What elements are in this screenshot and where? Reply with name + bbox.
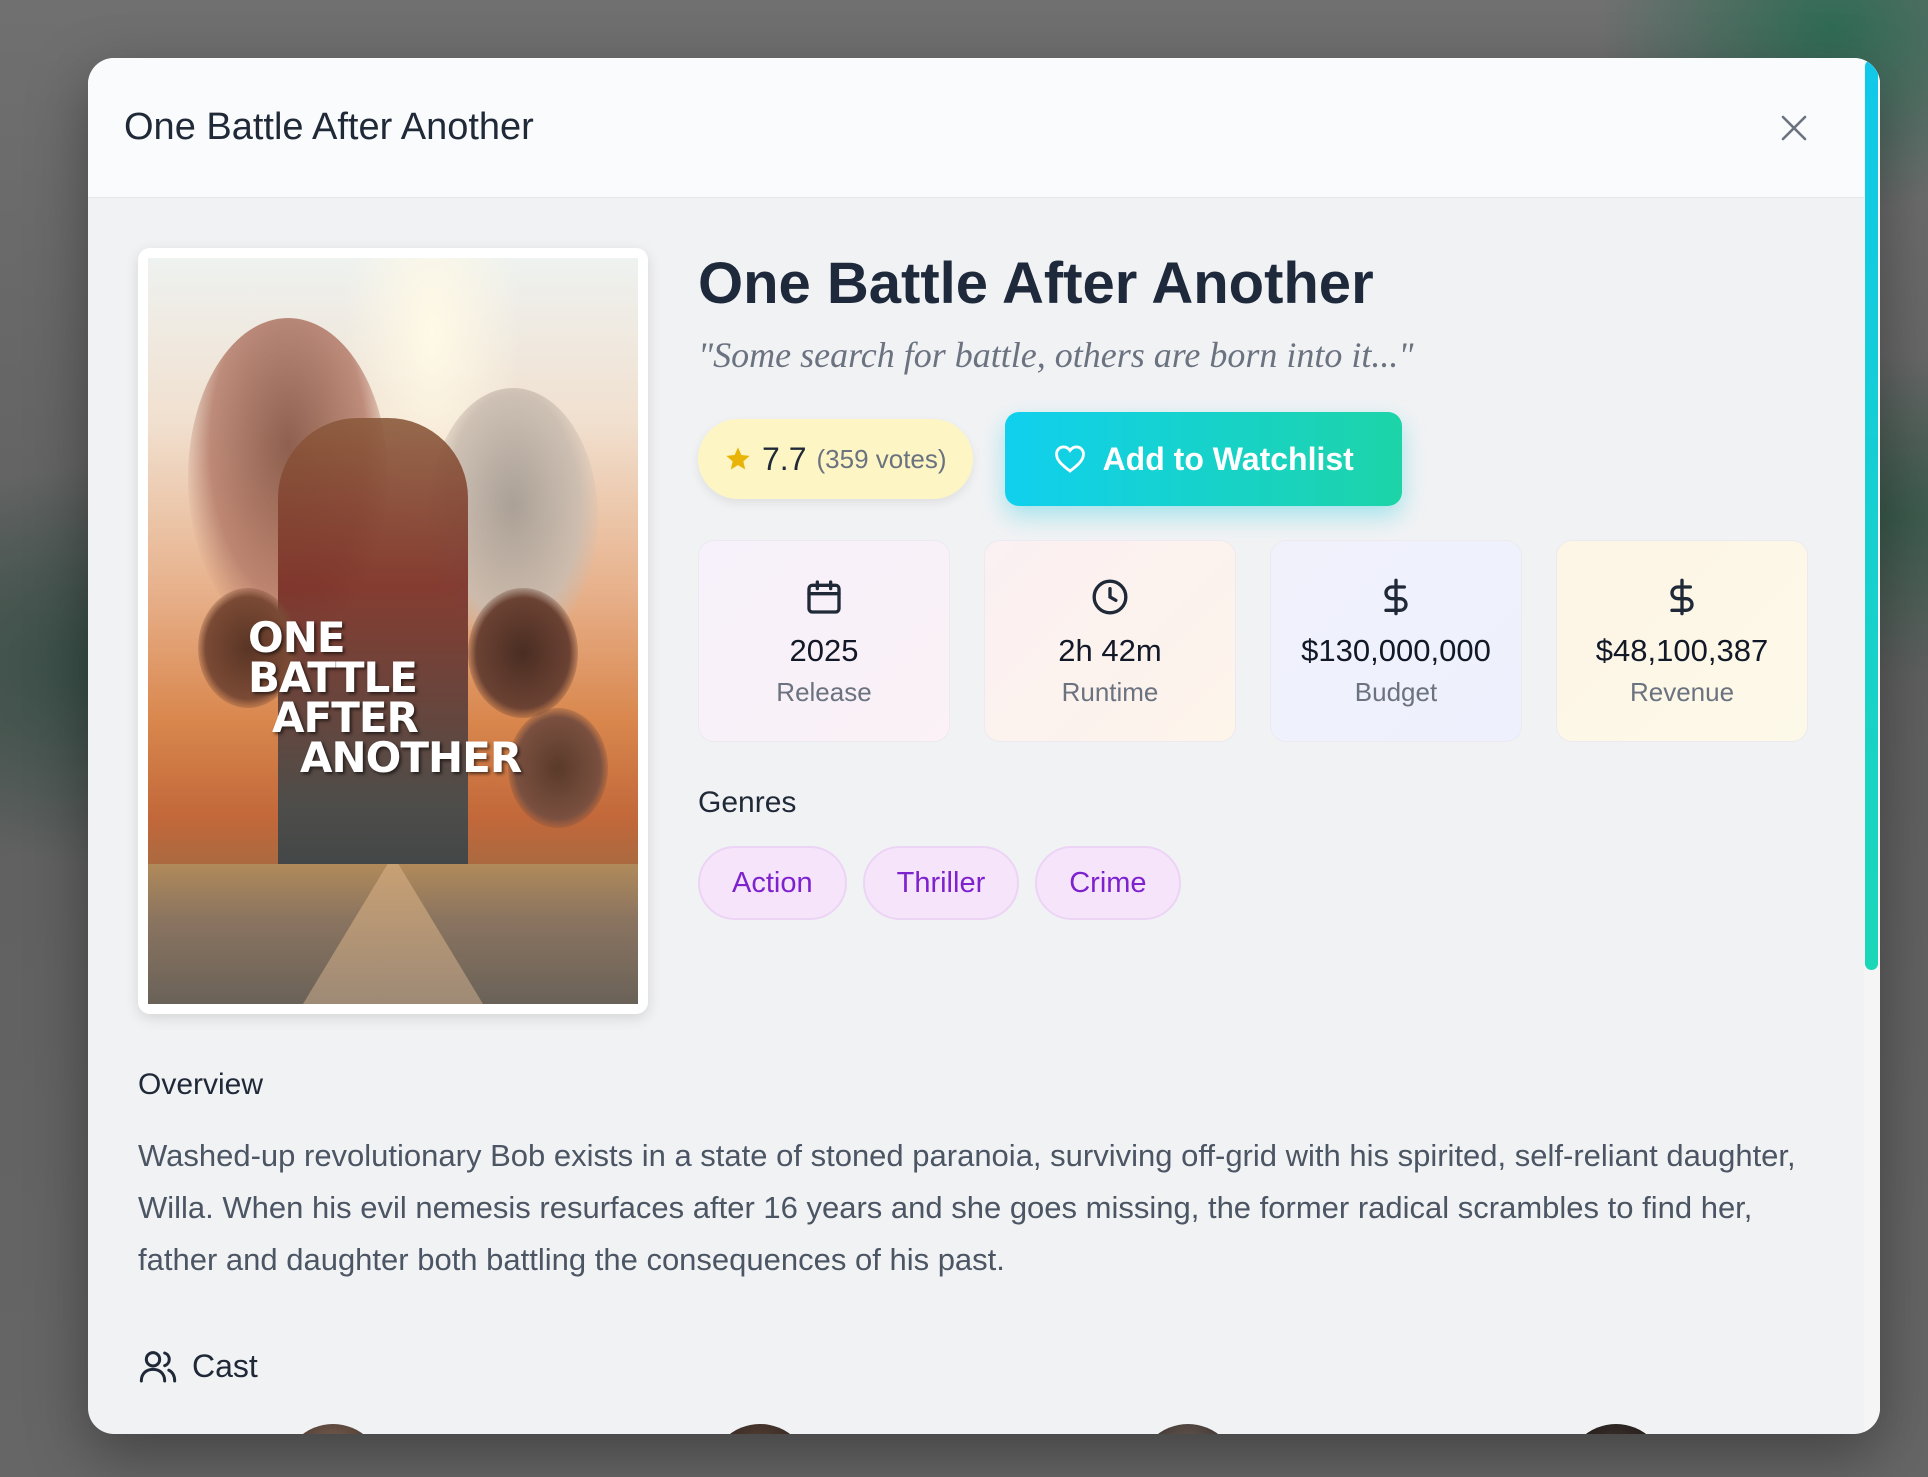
- revenue-value: $48,100,387: [1595, 632, 1769, 668]
- budget-label: Budget: [1354, 676, 1438, 707]
- poster-title: ONE BATTLE AFTER ANOTHER: [248, 613, 522, 782]
- stat-runtime: 2h 42m Runtime: [984, 540, 1236, 742]
- runtime-label: Runtime: [1061, 676, 1159, 707]
- genres-heading: Genres: [698, 786, 797, 819]
- movie-info: One Battle After Another "Some search fo…: [698, 248, 1830, 920]
- movie-tagline: "Some search for battle, others are born…: [698, 335, 1414, 375]
- movie-title: One Battle After Another: [698, 251, 1374, 316]
- overview-section: Overview Washed-up revolutionary Bob exi…: [138, 1068, 1820, 1286]
- cast-avatar[interactable]: [710, 1424, 810, 1434]
- close-button[interactable]: [1772, 106, 1816, 150]
- cast-avatar[interactable]: [1138, 1424, 1238, 1434]
- action-row: 7.7 (359 votes) Add to Watchlist: [698, 412, 1830, 506]
- stat-budget: $130,000,000 Budget: [1270, 540, 1522, 742]
- overview-text: Washed-up revolutionary Bob exists in a …: [138, 1138, 1796, 1277]
- cast-list: [88, 1424, 1880, 1434]
- cast-avatar[interactable]: [1566, 1424, 1666, 1434]
- genre-list: Action Thriller Crime: [698, 846, 1830, 920]
- runtime-value: 2h 42m: [1058, 632, 1162, 668]
- rating-value: 7.7: [762, 440, 807, 477]
- scrollbar-thumb[interactable]: [1865, 60, 1878, 970]
- heart-icon: [1054, 445, 1085, 473]
- close-icon: [1781, 115, 1807, 140]
- modal-header: One Battle After Another: [88, 58, 1880, 198]
- cast-heading-label: Cast: [192, 1347, 258, 1384]
- rating-votes: (359 votes): [816, 443, 947, 474]
- stat-release: 2025 Release: [698, 540, 950, 742]
- budget-value: $130,000,000: [1301, 632, 1491, 668]
- watchlist-label: Add to Watchlist: [1102, 440, 1354, 477]
- calendar-icon: [807, 579, 841, 614]
- poster-frame: ONE BATTLE AFTER ANOTHER: [138, 248, 648, 1014]
- add-to-watchlist-button[interactable]: Add to Watchlist: [1004, 412, 1402, 506]
- revenue-label: Revenue: [1629, 676, 1735, 707]
- star-icon: [726, 447, 750, 470]
- dollar-icon: [1384, 578, 1408, 615]
- modal-body[interactable]: ONE BATTLE AFTER ANOTHER One Battle Afte…: [88, 198, 1880, 1434]
- movie-poster: ONE BATTLE AFTER ANOTHER: [148, 258, 638, 1004]
- rating-badge: 7.7 (359 votes): [698, 419, 973, 499]
- movie-details-modal: One Battle After Another ONE BATTLE AFTE…: [88, 58, 1880, 1434]
- genre-tag-crime[interactable]: Crime: [1035, 846, 1181, 920]
- release-label: Release: [776, 676, 872, 707]
- users-icon: [139, 1351, 177, 1383]
- modal-scrollbar[interactable]: [1864, 58, 1880, 1434]
- overview-heading: Overview: [138, 1068, 264, 1101]
- modal-title: One Battle After Another: [124, 106, 534, 148]
- release-value: 2025: [789, 632, 859, 668]
- cast-avatar[interactable]: [283, 1424, 383, 1434]
- cast-heading: Cast: [138, 1346, 258, 1386]
- clock-icon: [1092, 579, 1128, 614]
- genre-tag-thriller[interactable]: Thriller: [862, 846, 1020, 920]
- stat-revenue: $48,100,387 Revenue: [1556, 540, 1808, 742]
- genre-tag-action[interactable]: Action: [698, 846, 847, 920]
- stats-row: 2025 Release 2h 42m Runtime $130,000,000…: [698, 540, 1830, 742]
- dollar-icon: [1670, 578, 1694, 615]
